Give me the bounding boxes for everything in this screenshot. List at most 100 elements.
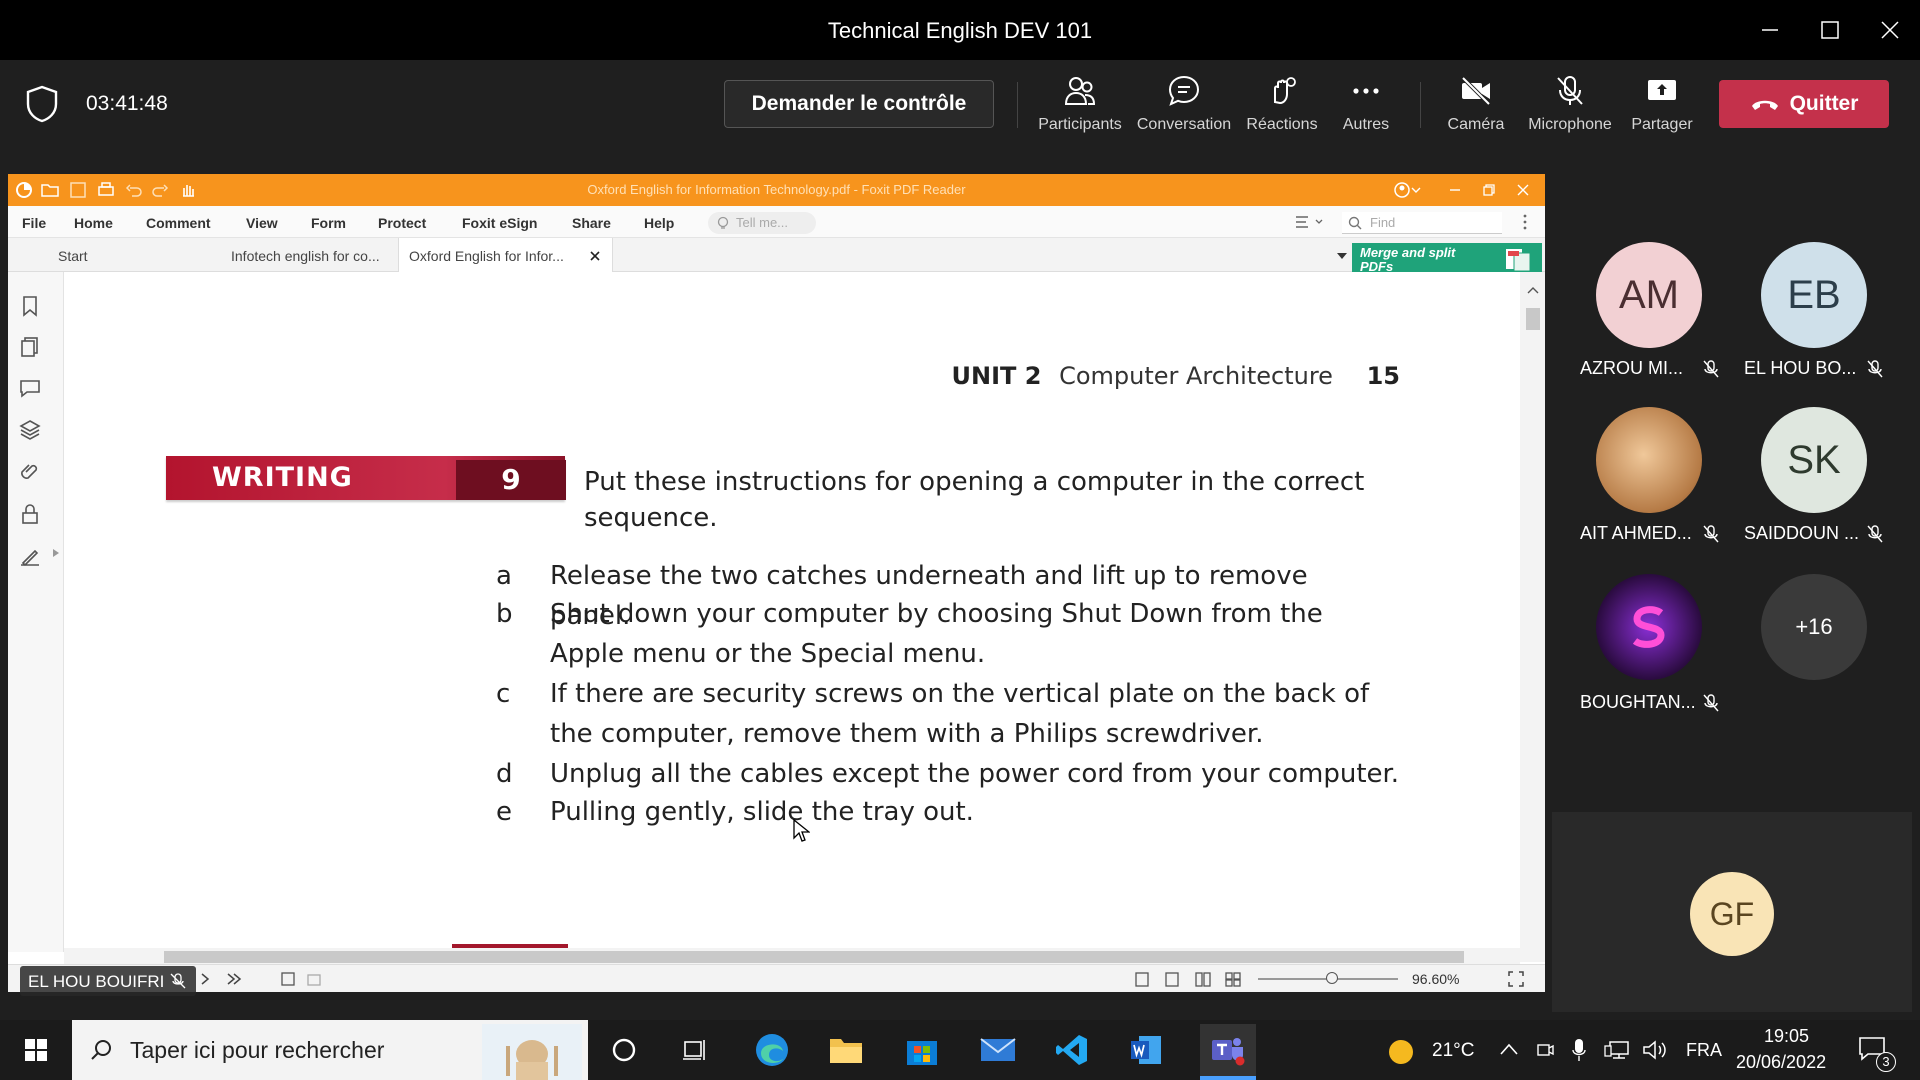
avatar[interactable]: GF — [1690, 872, 1774, 956]
microphone-off-icon — [170, 973, 186, 989]
merge-banner-text: Merge and split PDFs — [1360, 245, 1456, 274]
foxit-menu-bar: File Home Comment View Form Protect Foxi… — [8, 206, 1545, 238]
participant-name: BOUGHTAN... — [1580, 692, 1696, 712]
clock-date[interactable]: 20/06/2022 — [1736, 1052, 1826, 1073]
file-explorer-button[interactable] — [824, 1028, 868, 1072]
foxit-close-button[interactable] — [1512, 180, 1534, 200]
menu-view[interactable]: View — [246, 215, 278, 231]
page-layout-icons[interactable] — [1134, 971, 1250, 987]
signature-icon[interactable] — [18, 544, 42, 568]
store-icon — [907, 1041, 937, 1065]
microphone-off-icon — [1867, 360, 1883, 378]
zoom-slider[interactable] — [1258, 972, 1398, 984]
menu-file[interactable]: File — [22, 215, 46, 231]
conversation-label: Conversation — [1136, 116, 1232, 133]
menu-share[interactable]: Share — [572, 215, 611, 231]
tell-me-search[interactable]: Tell me... — [708, 212, 816, 234]
microphone-button[interactable]: Microphone — [1520, 74, 1620, 140]
avatar-photo[interactable] — [1596, 574, 1702, 680]
foxit-restore-button[interactable] — [1478, 180, 1500, 200]
tab-oxford-english[interactable]: Oxford English for Infor... — [398, 238, 613, 272]
task-view-icon — [683, 1040, 705, 1060]
menu-protect[interactable]: Protect — [378, 215, 426, 231]
close-button[interactable] — [1870, 12, 1910, 48]
tab-start[interactable]: Start — [58, 248, 88, 264]
leave-meeting-button[interactable]: Quitter — [1719, 80, 1889, 128]
security-lock-icon[interactable] — [18, 502, 42, 526]
zoom-level[interactable]: 96.60% — [1412, 971, 1459, 987]
close-icon — [1517, 184, 1529, 196]
folder-icon — [830, 1039, 862, 1063]
weather-temperature[interactable]: 21°C — [1432, 1040, 1474, 1062]
participant-name: EL HOU BO... — [1744, 358, 1857, 378]
view-options-icon[interactable] — [1294, 214, 1328, 230]
meeting-tray-icon[interactable] — [1536, 1040, 1554, 1060]
cortana-button[interactable] — [602, 1028, 646, 1072]
navigation-panel — [8, 272, 64, 952]
more-button[interactable]: Autres — [1316, 74, 1416, 140]
share-button[interactable]: Partager — [1612, 74, 1712, 140]
menu-foxit-esign[interactable]: Foxit eSign — [462, 215, 537, 231]
find-input[interactable]: Find — [1342, 212, 1502, 234]
fullscreen-icon[interactable] — [1508, 971, 1524, 987]
taskbar-search[interactable]: Taper ici pour rechercher — [72, 1020, 588, 1080]
minimize-button[interactable] — [1750, 12, 1790, 48]
menu-help[interactable]: Help — [644, 215, 674, 231]
avatar-initials: EB — [1787, 272, 1841, 317]
avatar[interactable]: EB — [1761, 242, 1867, 348]
foxit-minimize-button[interactable] — [1444, 180, 1466, 200]
clock-time[interactable]: 19:05 — [1764, 1026, 1809, 1047]
expand-panel-icon[interactable] — [52, 548, 60, 558]
vertical-scrollbar[interactable] — [1520, 272, 1545, 962]
vscode-button[interactable] — [1050, 1028, 1094, 1072]
horizontal-scroll-thumb[interactable] — [164, 951, 1464, 963]
comments-icon[interactable] — [18, 376, 42, 400]
avatar[interactable]: AM — [1596, 242, 1702, 348]
menu-form[interactable]: Form — [311, 215, 346, 231]
more-vertical-icon[interactable] — [1522, 214, 1528, 230]
bookmark-icon[interactable] — [18, 294, 42, 318]
attachment-icon[interactable] — [18, 460, 42, 484]
participants-button[interactable]: Participants — [1030, 74, 1130, 140]
camera-button[interactable]: Caméra — [1426, 74, 1526, 140]
zoom-slider-thumb[interactable] — [1326, 972, 1338, 984]
avatar[interactable]: SK — [1761, 407, 1867, 513]
network-icon[interactable] — [1604, 1040, 1630, 1060]
more-participants-button[interactable]: +16 — [1761, 574, 1867, 680]
tab-list-chevron-icon[interactable] — [1336, 252, 1348, 260]
pages-icon[interactable] — [18, 335, 42, 359]
language-indicator[interactable]: FRA — [1686, 1040, 1722, 1061]
word-button[interactable] — [1124, 1028, 1168, 1072]
request-control-button[interactable]: Demander le contrôle — [724, 80, 994, 128]
microphone-tray-icon[interactable] — [1572, 1038, 1586, 1062]
close-tab-icon[interactable] — [590, 251, 600, 261]
menu-comment[interactable]: Comment — [146, 215, 211, 231]
teams-button[interactable] — [1200, 1024, 1256, 1076]
vertical-scroll-thumb[interactable] — [1526, 308, 1540, 330]
lightbulb-icon — [717, 216, 729, 229]
task-view-button[interactable] — [674, 1028, 718, 1072]
menu-home[interactable]: Home — [74, 215, 113, 231]
chevron-up-icon[interactable] — [1500, 1042, 1518, 1056]
account-icon[interactable] — [1392, 180, 1428, 200]
scroll-up-icon[interactable] — [1527, 286, 1539, 294]
store-button[interactable] — [900, 1028, 944, 1072]
layers-icon[interactable] — [18, 418, 42, 442]
mail-button[interactable] — [976, 1028, 1020, 1072]
maximize-button[interactable] — [1810, 12, 1850, 48]
edge-taskbar-button[interactable] — [750, 1028, 794, 1072]
close-icon — [1881, 21, 1899, 39]
participant-name: AZROU MI... — [1580, 358, 1683, 378]
avatar-photo[interactable] — [1596, 407, 1702, 513]
conversation-button[interactable]: Conversation — [1134, 74, 1234, 140]
tab-infotech-english[interactable]: Infotech english for co... — [231, 248, 380, 264]
mouse-cursor-icon — [793, 818, 810, 842]
camera-label: Caméra — [1447, 116, 1505, 133]
exercise-instruction: Put these instructions for opening a com… — [584, 467, 1365, 533]
weather-sun-icon[interactable] — [1387, 1038, 1415, 1066]
toolbar-divider — [1420, 82, 1421, 128]
page-navigation-icon[interactable] — [198, 971, 258, 987]
start-button[interactable] — [14, 1028, 58, 1072]
volume-icon[interactable] — [1642, 1040, 1668, 1060]
page-view-icons[interactable] — [280, 971, 326, 987]
